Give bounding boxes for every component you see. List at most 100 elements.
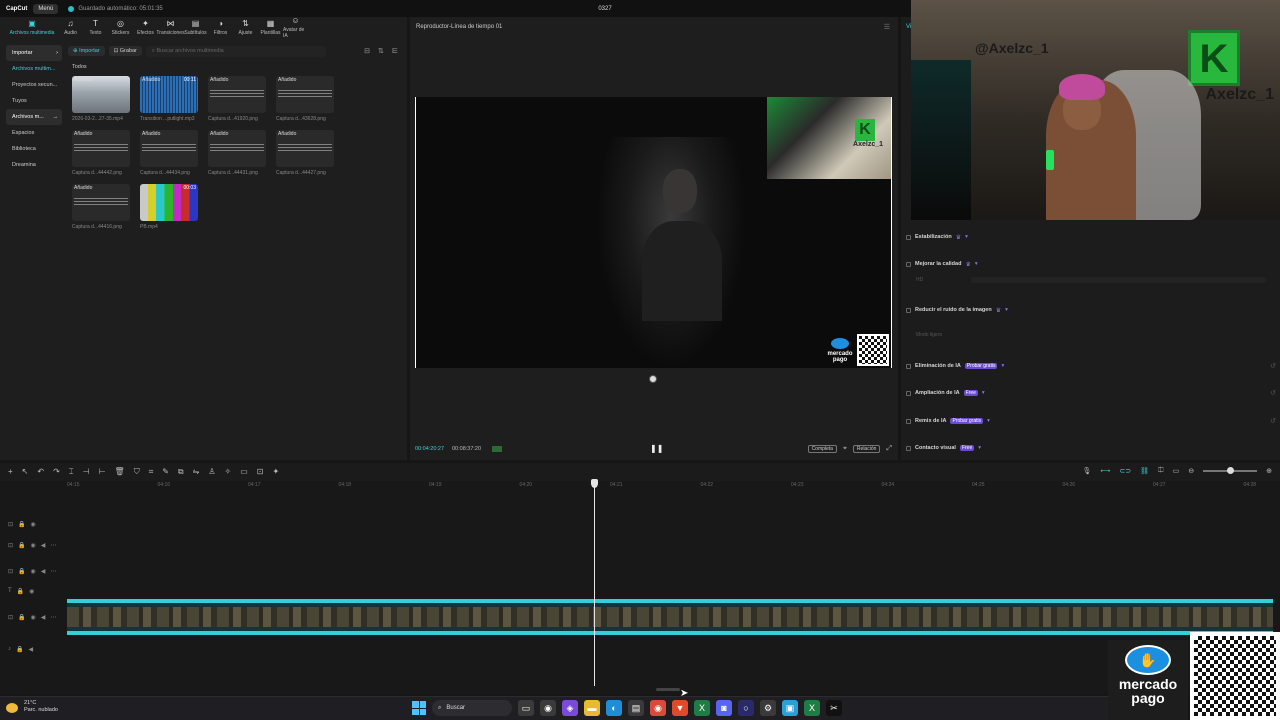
view-toggle-icon[interactable]: ⊟	[364, 47, 370, 55]
toolbar-tab-transition[interactable]: ⋈ Transiciones	[156, 17, 184, 39]
split-icon[interactable]: ⌶	[69, 467, 74, 477]
task-view-icon[interactable]: ▭	[518, 700, 534, 716]
quality-dropdown[interactable]	[971, 277, 1266, 283]
media-thumbnail[interactable]: 00:03	[140, 184, 198, 221]
ai-icon[interactable]: ✦	[272, 467, 279, 477]
property-row[interactable]: Estabilización ♛ ▾	[906, 231, 1276, 243]
sidebar-item[interactable]: Importar ›	[6, 45, 62, 61]
cover-icon[interactable]: ⊡	[8, 568, 13, 575]
media-item[interactable]: Añadido Captura d...44434.png	[140, 130, 200, 176]
playhead[interactable]	[594, 481, 595, 686]
crop-tool-icon[interactable]: ⌗	[149, 467, 154, 477]
toolbar-tab-ai-avatar[interactable]: ☺ Avatar de IA	[283, 17, 308, 40]
text-track-icon[interactable]: T	[8, 588, 12, 594]
chevron-down-icon[interactable]: ▾	[1005, 307, 1008, 313]
resize-icon[interactable]: ⊡	[257, 467, 264, 477]
brave-icon[interactable]: ▼	[672, 700, 688, 716]
split-right-icon[interactable]: ⊢	[99, 467, 106, 477]
property-checkbox[interactable]	[906, 261, 911, 267]
toolbar-tab-effects[interactable]: ✦ Efectos	[133, 17, 158, 39]
property-checkbox[interactable]	[906, 307, 911, 313]
xbox-icon[interactable]: X	[804, 700, 820, 716]
audio-icon[interactable]: ◀	[41, 542, 46, 549]
eye-icon[interactable]: ◉	[31, 614, 36, 621]
link-clips-icon[interactable]: ⛓	[1140, 467, 1149, 475]
preview-axis-icon[interactable]: ⎅	[1158, 467, 1164, 475]
add-icon[interactable]: +	[8, 467, 13, 477]
media-item[interactable]: Añadido Captura d...44416.png	[72, 184, 132, 230]
sidebar-item[interactable]: Archivos m... →	[6, 109, 62, 125]
sidebar-item[interactable]: Espacios	[6, 125, 62, 141]
media-thumbnail[interactable]: Añadido	[72, 76, 130, 113]
media-thumbnail[interactable]: Añadido	[276, 130, 334, 167]
lock-icon[interactable]: 🔒	[16, 646, 23, 653]
media-item[interactable]: 00:03 PB.mp4	[140, 184, 200, 230]
settings-icon[interactable]: ⚙	[760, 700, 776, 716]
main-video-clip[interactable]	[67, 599, 1273, 635]
cover-icon[interactable]: ⊡	[8, 542, 13, 549]
person-icon[interactable]: ♙	[208, 467, 215, 477]
screen-icon[interactable]: ▭	[1173, 467, 1180, 475]
toolbar-tab-sticker[interactable]: ◎ Stickers	[108, 17, 133, 39]
media-thumbnail[interactable]: Añadido	[140, 130, 198, 167]
audio-icon[interactable]: ◀	[41, 614, 46, 621]
link-icon[interactable]: ⟷	[1100, 467, 1110, 475]
filter-icon[interactable]: ⋿	[392, 47, 398, 55]
chrome-icon[interactable]: ◉	[540, 700, 556, 716]
sidebar-item[interactable]: Dreamina	[6, 157, 62, 173]
media-thumbnail[interactable]: Añadido	[208, 76, 266, 113]
import-button[interactable]: ⊕ Importar	[68, 46, 105, 56]
eye-icon[interactable]: ◉	[29, 588, 34, 595]
discord-icon[interactable]: ◙	[716, 700, 732, 716]
pause-button[interactable]: ❚❚	[650, 444, 663, 453]
chrome-alt-icon[interactable]: ◉	[650, 700, 666, 716]
media-thumbnail[interactable]: Añadido	[72, 184, 130, 221]
mic-icon[interactable]: 🎙	[1082, 467, 1091, 475]
media-thumbnail[interactable]: Añadido 00:11	[140, 76, 198, 113]
timeline[interactable]: 04:15 04:16 04:17 04:18 04:19 04:20 04:21 04:22…	[0, 479, 1280, 694]
weather-widget[interactable]: 21°C Parc. nublado	[24, 700, 58, 714]
video-preview[interactable]: K Axelzc_1 mercado pago	[415, 97, 892, 368]
edge-icon[interactable]: ◐	[606, 700, 622, 716]
record-button[interactable]: ⊡ Grabar	[108, 46, 142, 56]
mark-icon[interactable]: ⛉	[134, 467, 140, 477]
reset-icon[interactable]: ↺	[1270, 362, 1276, 370]
rotate-handle[interactable]	[649, 375, 657, 383]
webcam-pip[interactable]: K Axelzc_1	[767, 97, 891, 179]
eye-icon[interactable]: ◉	[31, 568, 36, 575]
sidebar-item[interactable]: Biblioteca	[6, 141, 62, 157]
media-item[interactable]: Añadido Captura d...44427.png	[276, 130, 336, 176]
property-checkbox[interactable]	[906, 445, 911, 451]
property-checkbox[interactable]	[906, 390, 911, 396]
mirror-icon[interactable]: ⇋	[193, 467, 200, 477]
toolbar-tab-media[interactable]: ▣ Archivos multimedia	[6, 17, 58, 39]
chevron-down-icon[interactable]: ▾	[978, 445, 981, 451]
media-item[interactable]: Añadido Captura d...44431.png	[208, 130, 268, 176]
toolbar-tab-filters[interactable]: ◑ Filtros	[208, 17, 233, 39]
redo-icon[interactable]: ↷	[53, 467, 60, 477]
zoom-fit-icon[interactable]: ⊕	[1266, 467, 1272, 475]
excel-icon[interactable]: X	[694, 700, 710, 716]
sort-icon[interactable]: ⇅	[378, 47, 384, 55]
lock-icon[interactable]: 🔒	[18, 568, 25, 575]
property-row[interactable]: Mejorar la calidad ♛ ▾	[906, 258, 1276, 270]
chevron-down-icon[interactable]: ▾	[965, 234, 968, 240]
subtitle-icon[interactable]: ▭	[240, 467, 248, 477]
audio-track-icon[interactable]: ♪	[8, 646, 11, 652]
media-item[interactable]: Añadido 2026-03-2...27-35.mp4	[72, 76, 132, 122]
media-thumbnail[interactable]: Añadido	[72, 130, 130, 167]
time-ruler[interactable]: 04:15 04:16 04:17 04:18 04:19 04:20 04:21 04:22…	[67, 481, 1280, 491]
magnet-icon[interactable]: ⊂⊃	[1119, 467, 1131, 475]
property-row[interactable]: Ampliación de IA Free ▾ ↺	[906, 387, 1276, 399]
magic-icon[interactable]: ✧	[225, 467, 232, 477]
lock-icon[interactable]: 🔒	[18, 542, 25, 549]
toolbar-tab-text[interactable]: T Texto	[83, 17, 108, 39]
toolbar-tab-audio[interactable]: ♫ Audio	[58, 17, 83, 39]
copilot-icon[interactable]: ◈	[562, 700, 578, 716]
property-row[interactable]: Eliminación de IA Probar gratis ▾ ↺	[906, 360, 1276, 372]
store-icon[interactable]: ▤	[628, 700, 644, 716]
toolbar-tab-subtitles[interactable]: ▤ Subtítulos	[183, 17, 208, 39]
more-icon[interactable]: ⋯	[50, 568, 56, 575]
audio-icon[interactable]: ◀	[28, 646, 33, 653]
sidebar-item[interactable]: Tuyos	[6, 93, 62, 109]
